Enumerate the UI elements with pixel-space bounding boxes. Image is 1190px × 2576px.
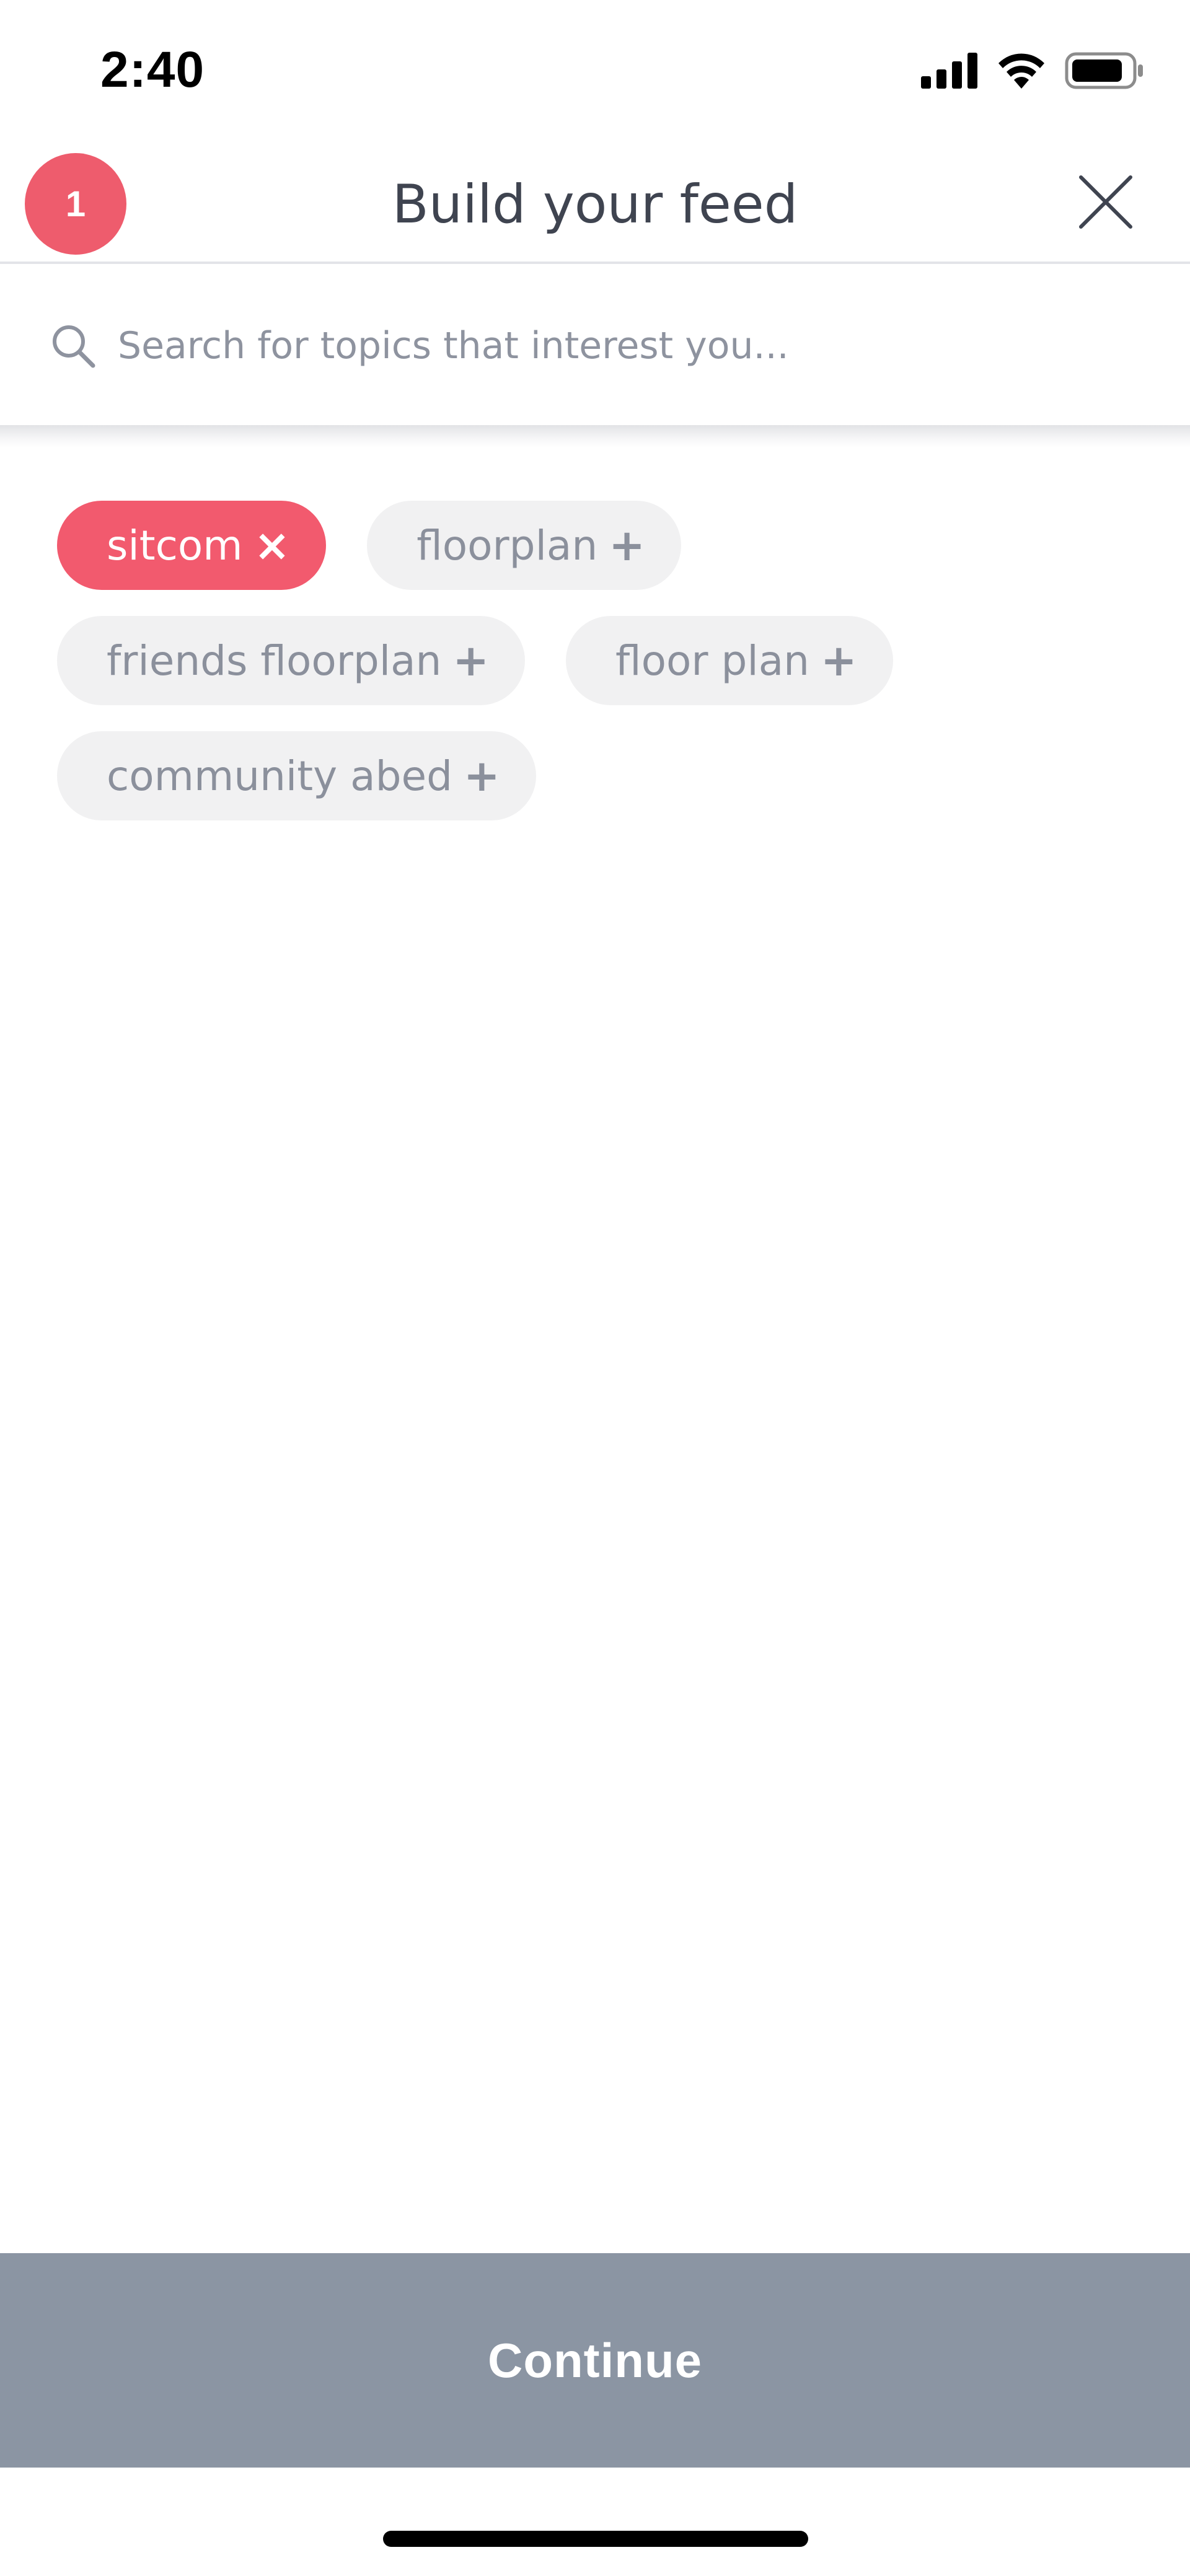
header: 1 Build your feed xyxy=(0,143,1190,264)
chip-row: community abed + xyxy=(57,731,1135,820)
topic-chip-friends-floorplan[interactable]: friends floorplan + xyxy=(57,616,526,705)
battery-icon xyxy=(1065,52,1143,89)
chip-label: floor plan xyxy=(615,636,809,685)
chip-label: community abed xyxy=(107,752,453,800)
topic-chip-community-abed[interactable]: community abed + xyxy=(57,731,536,820)
add-icon: + xyxy=(452,635,490,686)
chip-label: floorplan xyxy=(416,521,598,569)
topic-chip-floor-plan[interactable]: floor plan + xyxy=(566,616,893,705)
add-icon: + xyxy=(820,635,857,686)
home-indicator[interactable] xyxy=(383,2531,808,2547)
status-time: 2:40 xyxy=(100,42,205,98)
cellular-signal-icon xyxy=(921,53,977,89)
status-bar: 2:40 xyxy=(0,0,1190,143)
chip-row: friends floorplan + floor plan + xyxy=(57,616,1135,705)
close-button[interactable] xyxy=(1075,171,1137,233)
chip-row: sitcom × floorplan + xyxy=(57,501,1135,590)
chip-label: sitcom xyxy=(107,521,243,569)
topic-chips: sitcom × floorplan + friends floorplan +… xyxy=(57,501,1135,846)
remove-icon: × xyxy=(253,520,291,571)
search-input[interactable] xyxy=(118,314,1109,378)
chip-label: friends floorplan xyxy=(107,636,442,685)
add-icon: + xyxy=(609,520,645,571)
close-icon xyxy=(1079,175,1132,229)
topic-chip-sitcom[interactable]: sitcom × xyxy=(57,501,327,590)
search-bar xyxy=(0,264,1190,425)
page-title: Build your feed xyxy=(392,174,798,235)
search-icon xyxy=(53,325,95,368)
add-icon: + xyxy=(464,750,500,801)
continue-button[interactable]: Continue xyxy=(0,2253,1190,2468)
wifi-icon xyxy=(998,53,1044,89)
topic-chip-floorplan[interactable]: floorplan + xyxy=(367,501,681,590)
search-divider xyxy=(0,425,1190,447)
status-icons xyxy=(921,52,1144,89)
